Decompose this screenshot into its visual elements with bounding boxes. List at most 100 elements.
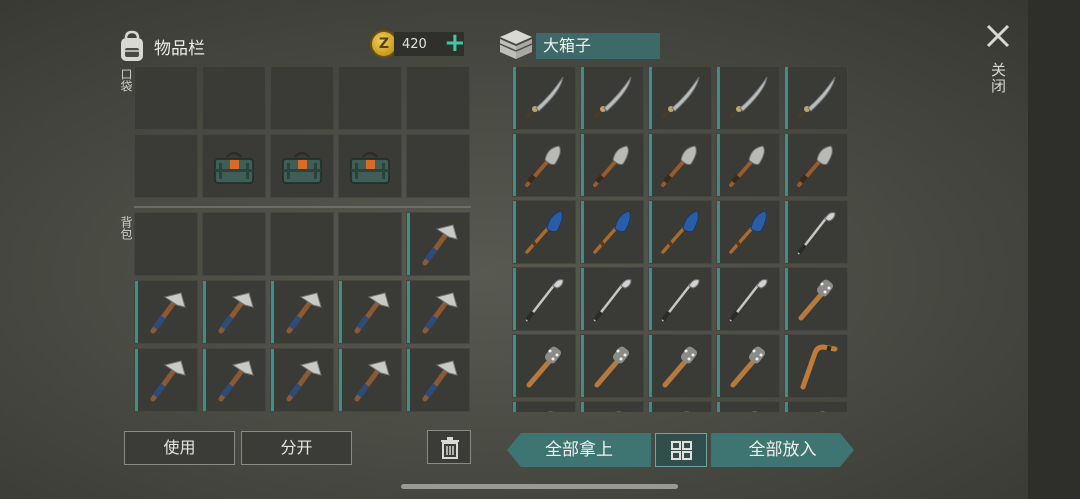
backpack-slot[interactable] xyxy=(134,348,198,412)
chest-slot[interactable] xyxy=(512,133,576,197)
close-label[interactable]: 关闭 xyxy=(988,62,1009,94)
pocket-slot[interactable] xyxy=(338,66,402,130)
sort-grid-icon xyxy=(671,441,692,460)
take-all-button[interactable]: 全部拿上 xyxy=(507,433,651,467)
pocket-slot[interactable] xyxy=(202,134,266,198)
pocket-slot[interactable] xyxy=(202,66,266,130)
backpack-grid xyxy=(134,212,470,412)
chest-slot[interactable] xyxy=(580,133,644,197)
pocket-slot[interactable] xyxy=(134,134,198,198)
chest-slot[interactable] xyxy=(648,200,712,264)
chest-slot[interactable] xyxy=(580,200,644,264)
backpack-slot[interactable] xyxy=(406,280,470,344)
chest-slot[interactable] xyxy=(648,66,712,130)
pocket-slot[interactable] xyxy=(338,134,402,198)
chest-slot[interactable] xyxy=(784,66,848,130)
chest-slot[interactable] xyxy=(784,334,848,398)
ammo-box-icon xyxy=(214,151,254,184)
hockey-stick-icon xyxy=(547,411,555,412)
backpack-slot[interactable] xyxy=(202,212,266,276)
close-icon[interactable] xyxy=(985,23,1011,49)
pocket-slot[interactable] xyxy=(134,66,198,130)
chest-slot[interactable] xyxy=(512,401,576,412)
chest-slot[interactable] xyxy=(648,133,712,197)
use-button[interactable]: 使用 xyxy=(124,431,235,465)
trash-button[interactable] xyxy=(427,430,471,464)
pocket-grid xyxy=(134,66,470,198)
pocket-slot[interactable] xyxy=(270,134,334,198)
coin-letter: Z xyxy=(378,36,390,52)
add-coins-button[interactable]: + xyxy=(444,30,466,56)
chest-slot[interactable] xyxy=(580,401,644,412)
chest-slot[interactable] xyxy=(784,267,848,331)
machete-icon xyxy=(593,76,632,119)
spiked-bat-icon xyxy=(594,346,630,388)
oar-icon xyxy=(593,210,631,254)
backpack-slot[interactable] xyxy=(270,212,334,276)
section-divider xyxy=(134,206,471,208)
pocket-slot[interactable] xyxy=(406,134,470,198)
shovel-icon xyxy=(525,145,561,187)
backpack-slot[interactable] xyxy=(406,212,470,276)
chest-slot[interactable] xyxy=(648,267,712,331)
chest-slot[interactable] xyxy=(716,267,780,331)
spiked-bat-icon xyxy=(662,346,698,388)
chest-slot[interactable] xyxy=(580,267,644,331)
chest-slot[interactable] xyxy=(512,334,576,398)
backpack-slot[interactable] xyxy=(338,212,402,276)
machete-icon xyxy=(525,76,564,119)
chest-slot[interactable] xyxy=(784,401,848,412)
sort-button[interactable] xyxy=(655,433,707,467)
golf-club-icon xyxy=(797,212,836,255)
chest-title: 大箱子 xyxy=(536,33,660,59)
chest-slot[interactable] xyxy=(580,334,644,398)
chest-slot[interactable] xyxy=(512,200,576,264)
chest-slot[interactable] xyxy=(716,66,780,130)
backpack-slot[interactable] xyxy=(338,348,402,412)
pocket-slot[interactable] xyxy=(270,66,334,130)
oar-icon xyxy=(525,210,563,254)
inventory-header: 物品栏 xyxy=(116,26,205,66)
backpack-slot[interactable] xyxy=(202,348,266,412)
chest-slot[interactable] xyxy=(648,334,712,398)
home-indicator xyxy=(401,484,678,489)
shovel-icon xyxy=(661,145,697,187)
chest-slot[interactable] xyxy=(784,200,848,264)
backpack-slot[interactable] xyxy=(134,280,198,344)
backpack-slot[interactable] xyxy=(134,212,198,276)
backpack-icon xyxy=(121,30,143,61)
pocket-slot[interactable] xyxy=(406,66,470,130)
chest-slot[interactable] xyxy=(784,133,848,197)
split-button[interactable]: 分开 xyxy=(241,431,352,465)
backpack-label: 背包 xyxy=(119,216,133,240)
chest-scroll-area[interactable] xyxy=(512,66,852,412)
spiked-bat-icon xyxy=(526,346,562,388)
chest-slot[interactable] xyxy=(580,66,644,130)
pickaxe-icon xyxy=(422,360,458,402)
backpack-slot[interactable] xyxy=(406,348,470,412)
golf-club-icon xyxy=(593,279,632,322)
chest-slot[interactable] xyxy=(648,401,712,412)
golf-club-icon xyxy=(661,279,700,322)
backpack-slot[interactable] xyxy=(202,280,266,344)
chest-slot[interactable] xyxy=(716,334,780,398)
backpack-slot[interactable] xyxy=(270,280,334,344)
put-all-button[interactable]: 全部放入 xyxy=(711,433,854,467)
chest-grid xyxy=(512,66,852,412)
chest-slot[interactable] xyxy=(716,401,780,412)
pickaxe-icon xyxy=(218,360,254,402)
pickaxe-icon xyxy=(286,292,322,334)
chest-slot[interactable] xyxy=(716,200,780,264)
trash-icon xyxy=(441,437,459,459)
pickaxe-icon xyxy=(422,292,458,334)
chest-slot[interactable] xyxy=(512,66,576,130)
hockey-stick-icon xyxy=(800,344,838,390)
pickaxe-icon xyxy=(354,292,390,334)
pickaxe-icon xyxy=(422,224,458,266)
shovel-icon xyxy=(593,145,629,187)
chest-slot[interactable] xyxy=(716,133,780,197)
backpack-slot[interactable] xyxy=(338,280,402,344)
chest-slot[interactable] xyxy=(512,267,576,331)
coin-balance: Z 420 + xyxy=(370,28,466,60)
backpack-slot[interactable] xyxy=(270,348,334,412)
